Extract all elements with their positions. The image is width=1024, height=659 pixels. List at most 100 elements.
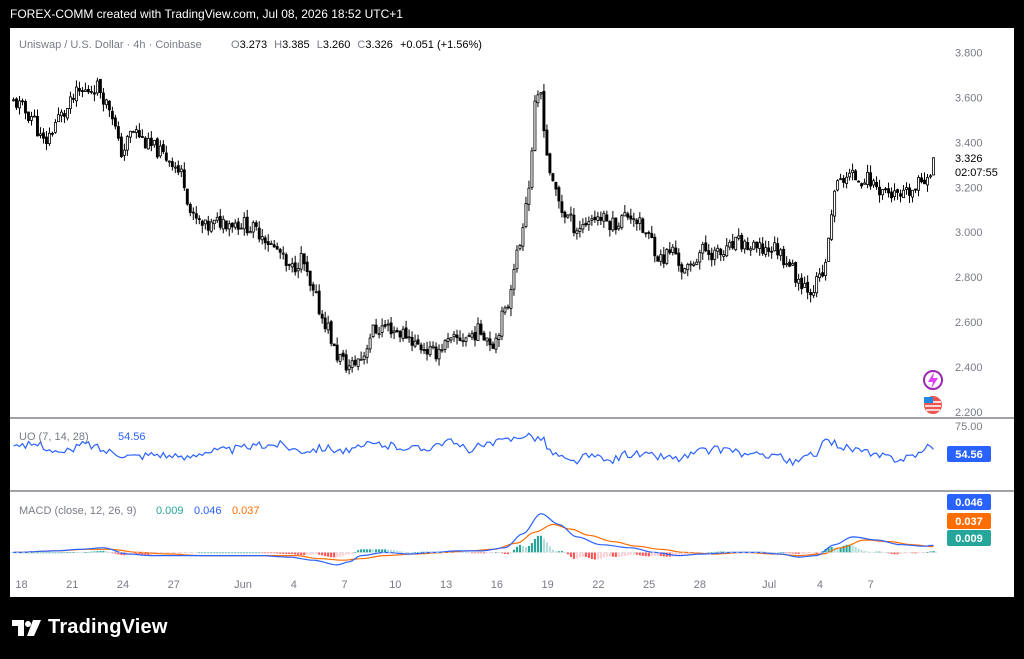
macd-histogram-bar[interactable]	[638, 552, 641, 556]
candle-body[interactable]	[95, 80, 99, 94]
candle-body[interactable]	[395, 330, 399, 333]
candle-body[interactable]	[758, 242, 762, 249]
candle-body[interactable]	[557, 187, 561, 202]
candle-body[interactable]	[62, 113, 66, 117]
candle-body[interactable]	[683, 268, 687, 274]
candle-body[interactable]	[662, 254, 666, 264]
candle-body[interactable]	[770, 250, 774, 253]
candle-body[interactable]	[920, 177, 923, 183]
candle-body[interactable]	[689, 263, 693, 266]
candle-body[interactable]	[308, 270, 312, 286]
candle-body[interactable]	[149, 137, 153, 147]
candle-body[interactable]	[839, 178, 843, 181]
macd-histogram-bar[interactable]	[542, 538, 545, 553]
candle-body[interactable]	[491, 343, 495, 349]
candle-body[interactable]	[233, 222, 237, 228]
macd-histogram-bar[interactable]	[857, 548, 860, 553]
candle-body[interactable]	[911, 189, 914, 198]
macd-histogram-bar[interactable]	[303, 552, 306, 556]
candle-body[interactable]	[425, 349, 429, 355]
macd-histogram-bar[interactable]	[611, 552, 614, 557]
candle-body[interactable]	[27, 111, 30, 121]
candle-body[interactable]	[800, 277, 804, 290]
macd-histogram-bar[interactable]	[333, 552, 336, 558]
candle-body[interactable]	[836, 180, 840, 191]
candle-body[interactable]	[242, 217, 246, 230]
candle-body[interactable]	[704, 242, 708, 252]
candle-body[interactable]	[821, 272, 825, 277]
candle-body[interactable]	[12, 99, 15, 102]
macd-histogram-bar[interactable]	[512, 549, 516, 553]
candle-body[interactable]	[515, 249, 519, 270]
macd-histogram-bar[interactable]	[357, 550, 360, 553]
candle-body[interactable]	[302, 253, 306, 265]
candle-body[interactable]	[602, 212, 606, 222]
candle-body[interactable]	[257, 227, 261, 240]
macd-histogram-bar[interactable]	[590, 552, 593, 560]
candle-body[interactable]	[134, 129, 138, 133]
candle-body[interactable]	[194, 213, 198, 219]
candle-body[interactable]	[371, 324, 375, 338]
macd-histogram-bar[interactable]	[527, 545, 530, 553]
candle-body[interactable]	[779, 249, 783, 257]
candle-body[interactable]	[410, 336, 414, 346]
macd-histogram-bar[interactable]	[378, 549, 381, 553]
macd-histogram-bar[interactable]	[644, 552, 647, 557]
macd-histogram-bar[interactable]	[372, 549, 375, 553]
candle-body[interactable]	[431, 345, 435, 348]
candle-body[interactable]	[458, 337, 462, 341]
macd-histogram-bar[interactable]	[294, 552, 297, 555]
macd-histogram-bar[interactable]	[375, 549, 378, 553]
candle-body[interactable]	[110, 110, 114, 120]
candle-body[interactable]	[866, 171, 870, 185]
uo-series-line[interactable]	[13, 432, 934, 467]
candle-body[interactable]	[113, 117, 117, 127]
candle-body[interactable]	[215, 216, 219, 221]
candle-body[interactable]	[98, 78, 102, 93]
candle-body[interactable]	[48, 132, 51, 145]
candle-body[interactable]	[854, 170, 858, 181]
candle-body[interactable]	[179, 168, 183, 173]
candle-body[interactable]	[584, 222, 588, 226]
candle-body[interactable]	[155, 138, 159, 158]
candle-body[interactable]	[782, 248, 786, 266]
candle-body[interactable]	[338, 354, 342, 362]
candle-body[interactable]	[488, 338, 492, 346]
candle-body[interactable]	[851, 169, 855, 174]
candle-body[interactable]	[503, 307, 507, 313]
candle-body[interactable]	[848, 172, 852, 178]
candle-body[interactable]	[506, 306, 510, 309]
candle-body[interactable]	[335, 344, 339, 361]
candle-body[interactable]	[860, 183, 864, 187]
candle-body[interactable]	[707, 250, 711, 255]
candle-body[interactable]	[287, 264, 291, 266]
candle-body[interactable]	[170, 161, 174, 167]
candle-body[interactable]	[611, 217, 615, 231]
candle-body[interactable]	[581, 223, 585, 230]
candle-body[interactable]	[560, 201, 564, 213]
candle-body[interactable]	[674, 247, 678, 255]
candle-body[interactable]	[656, 256, 660, 262]
macd-histogram-bar[interactable]	[309, 552, 312, 555]
candle-body[interactable]	[92, 92, 96, 95]
candle-body[interactable]	[842, 178, 846, 183]
candle-body[interactable]	[464, 337, 468, 342]
candle-body[interactable]	[33, 115, 36, 118]
candle-body[interactable]	[806, 281, 810, 293]
uo-pane[interactable]	[13, 432, 934, 467]
candle-body[interactable]	[695, 261, 699, 265]
candle-body[interactable]	[803, 283, 807, 288]
candle-body[interactable]	[533, 100, 537, 151]
candle-body[interactable]	[437, 348, 441, 360]
candle-body[interactable]	[527, 187, 531, 205]
candle-body[interactable]	[827, 237, 831, 262]
macd-histogram-bar[interactable]	[539, 535, 542, 553]
macd-histogram-bar[interactable]	[300, 552, 303, 556]
candle-body[interactable]	[629, 215, 633, 220]
candle-body[interactable]	[137, 130, 141, 138]
chart-canvas[interactable]: 3.800 3.600 3.400 3.200 3.000 2.800 2.600 2.400…	[10, 28, 1014, 597]
candle-body[interactable]	[101, 92, 105, 105]
candle-body[interactable]	[419, 344, 423, 351]
candle-body[interactable]	[356, 358, 360, 367]
price-pane[interactable]	[12, 77, 935, 375]
